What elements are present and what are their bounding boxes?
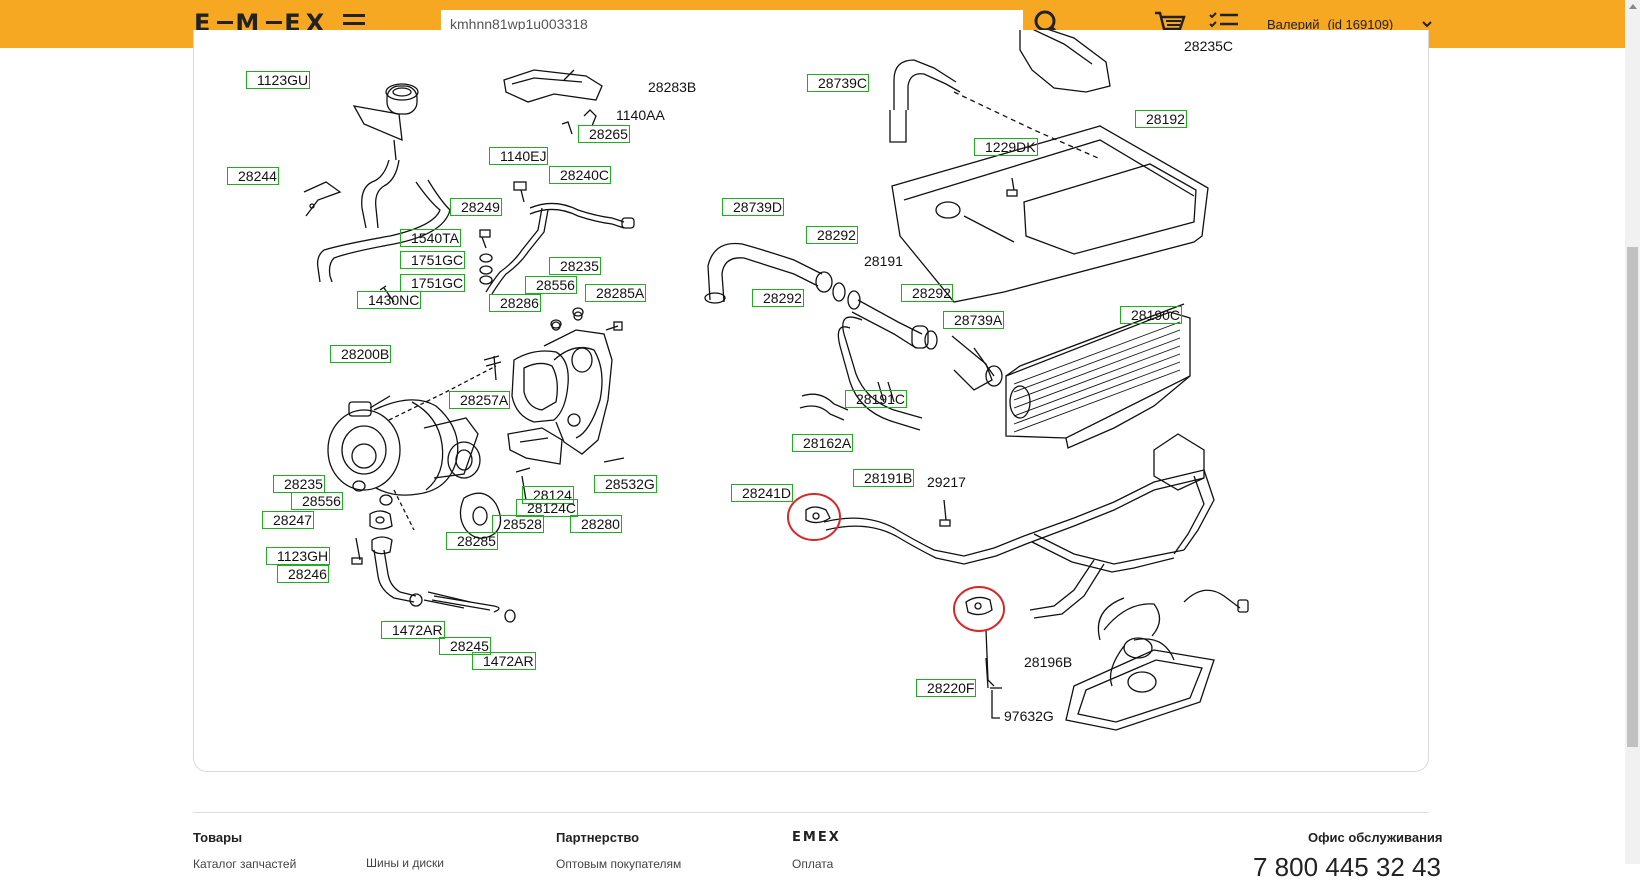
part-label[interactable]: 28247	[262, 511, 314, 529]
part-label[interactable]: 28739C	[807, 74, 870, 92]
part-label[interactable]: 1123GU	[246, 71, 311, 89]
part-label[interactable]: 28192	[1135, 110, 1187, 128]
part-label[interactable]: 1751GC	[400, 274, 466, 292]
part-label[interactable]: 1123GH	[266, 547, 331, 565]
highlight-circle	[953, 586, 1005, 632]
part-label[interactable]: 28283B	[646, 79, 698, 95]
part-label[interactable]: 28191	[862, 253, 905, 269]
part-label[interactable]: 28265	[578, 125, 630, 143]
footer-link-parts-catalog[interactable]: Каталог запчастей	[193, 857, 296, 871]
part-label[interactable]: 1472AR	[472, 652, 536, 670]
part-label[interactable]: 28244	[227, 167, 279, 185]
part-label[interactable]: 28285	[446, 532, 498, 550]
footer-partners-column: Партнерство Оптовым покупателям	[556, 830, 681, 871]
parts-diagram-panel: 1123GU 28283B 1140AA 28265 28244 1140EJ …	[193, 30, 1429, 772]
part-label[interactable]: 28292	[752, 289, 804, 307]
highlighted-parts	[787, 493, 1005, 632]
part-label[interactable]: 28556	[291, 492, 343, 510]
part-label[interactable]: 28220F	[916, 679, 977, 697]
scrollbar-thumb[interactable]	[1627, 247, 1638, 747]
footer-products-column: Товары Каталог запчастей	[193, 830, 296, 871]
part-label[interactable]: 28235C	[1182, 38, 1235, 54]
part-label[interactable]: 28257A	[449, 391, 511, 409]
scroll-up-arrow-icon[interactable]	[1629, 4, 1637, 9]
part-label[interactable]: 28162A	[792, 434, 854, 452]
footer-phone[interactable]: 7 800 445 32 43	[1253, 852, 1441, 883]
part-label[interactable]: 28241D	[731, 484, 794, 502]
footer-divider	[193, 812, 1429, 813]
part-label[interactable]: 28235	[273, 475, 325, 493]
part-label[interactable]: 28191B	[853, 469, 915, 487]
part-label[interactable]: 28528	[492, 515, 544, 533]
highlight-circle	[787, 493, 841, 541]
footer-link-payment[interactable]: Оплата	[792, 857, 841, 871]
part-label[interactable]: 28286	[489, 294, 541, 312]
part-label[interactable]: 28292	[901, 284, 953, 302]
footer-office-column: Офис обслуживания	[1308, 830, 1443, 845]
part-label[interactable]: 28200B	[330, 345, 392, 363]
footer-tires-column: Шины и диски	[366, 856, 444, 870]
part-label[interactable]: 28191C	[845, 390, 908, 408]
part-label[interactable]: 28246	[277, 565, 329, 583]
part-label[interactable]: 1751GC	[400, 251, 466, 269]
part-label[interactable]: 28285A	[585, 284, 647, 302]
part-label[interactable]: 28280	[570, 515, 622, 533]
part-label[interactable]: 97632G	[1002, 708, 1056, 724]
footer-heading: Товары	[193, 830, 243, 845]
part-label[interactable]: 1430NC	[357, 291, 422, 309]
part-label[interactable]: 1472AR	[381, 621, 445, 639]
part-label[interactable]: 28235	[549, 257, 601, 275]
part-label[interactable]: 28739A	[943, 311, 1005, 329]
part-label[interactable]: 1140EJ	[489, 147, 549, 165]
part-label[interactable]: 1140AA	[614, 107, 667, 123]
part-label[interactable]: 1229DK	[974, 138, 1038, 156]
part-label[interactable]: 28532G	[594, 475, 657, 493]
footer-link-tires[interactable]: Шины и диски	[366, 856, 444, 870]
footer-heading: EMEX	[792, 830, 841, 845]
part-label[interactable]: 28292	[806, 226, 858, 244]
footer-heading: Офис обслуживания	[1308, 830, 1443, 845]
part-label[interactable]: 28240C	[549, 166, 612, 184]
part-label[interactable]: 28196B	[1022, 654, 1074, 670]
part-label[interactable]: 28249	[450, 198, 502, 216]
chevron-down-icon[interactable]	[1420, 17, 1434, 31]
part-label[interactable]: 29217	[925, 474, 968, 490]
footer-heading: Партнерство	[556, 830, 640, 845]
part-label[interactable]: 1540TA	[400, 229, 461, 247]
part-label[interactable]: 28739D	[722, 198, 785, 216]
part-label[interactable]: 28190C	[1120, 306, 1183, 324]
part-label[interactable]: 28556	[525, 276, 577, 294]
footer-emex-column: EMEX Оплата	[792, 830, 841, 871]
footer-link-wholesale[interactable]: Оптовым покупателям	[556, 857, 681, 871]
